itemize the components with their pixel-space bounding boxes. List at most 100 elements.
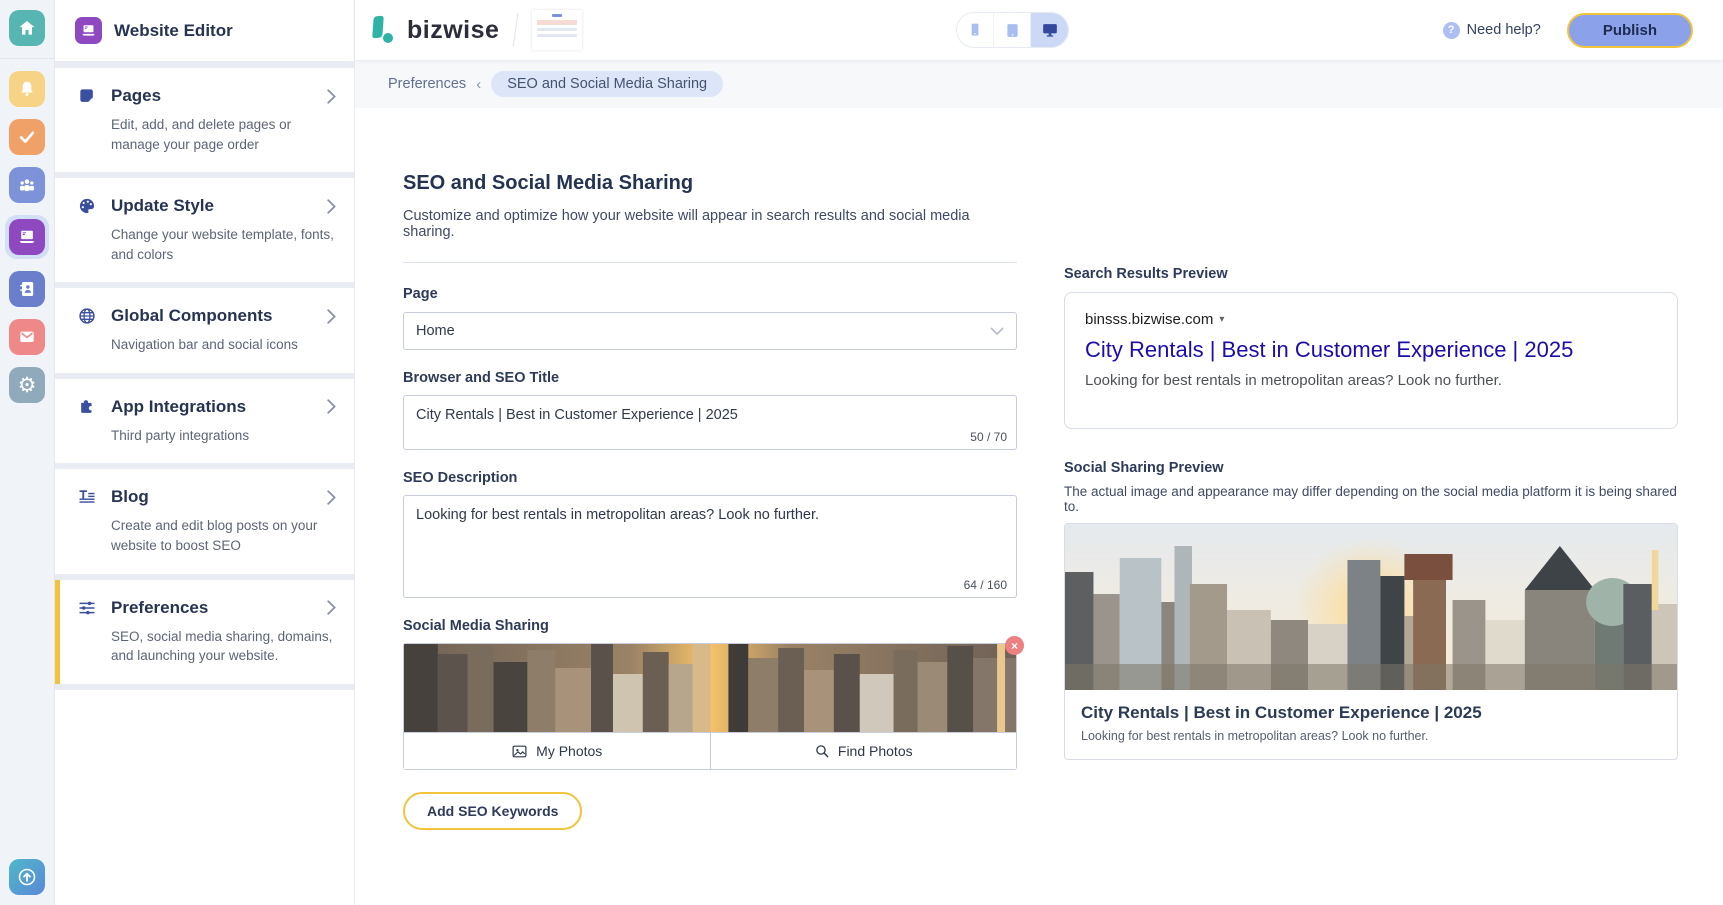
seo-description-input[interactable]: Looking for best rentals in metropolitan…	[404, 496, 1016, 574]
globe-icon	[77, 306, 97, 326]
topbar-right: ? Need help? Publish	[1443, 13, 1693, 48]
preview-result-description: Looking for best rentals in metropolitan…	[1085, 372, 1657, 389]
caret-down-icon: ▾	[1219, 314, 1224, 325]
sidebar-item-label: Global Components	[111, 306, 313, 326]
device-preview-toggle	[956, 12, 1069, 48]
address-book-icon[interactable]	[9, 271, 45, 307]
rail-divider	[0, 58, 54, 59]
sidebar-item-description: Third party integrations	[111, 426, 336, 446]
social-sharing-label: Social Media Sharing	[403, 618, 1017, 634]
page-subtitle: Customize and optimize how your website …	[403, 208, 1017, 240]
domain-text: binsss.bizwise.com	[1085, 311, 1213, 328]
puzzle-icon	[77, 397, 97, 417]
gear-glyph: ⚙	[18, 375, 37, 396]
chevron-down-icon	[990, 327, 1004, 336]
sidebar-header: Website Editor	[55, 0, 354, 62]
social-preview-label: Social Sharing Preview	[1064, 460, 1678, 476]
app-rail: ⚙	[0, 0, 55, 905]
notifications-icon[interactable]	[9, 71, 45, 107]
brand-divider	[513, 13, 519, 47]
email-icon[interactable]	[9, 319, 45, 355]
preview-result-title[interactable]: City Rentals | Best in Customer Experien…	[1085, 337, 1657, 363]
page-select[interactable]: Home	[403, 312, 1017, 350]
sidebar-item-description: Change your website template, fonts, and…	[111, 225, 336, 264]
upgrade-icon[interactable]	[9, 859, 45, 895]
editor-sidebar: Website Editor Pages Edit, add, and dele…	[55, 0, 355, 905]
remove-image-button[interactable]: ×	[1005, 636, 1024, 655]
top-bar: bizwise ? Need h	[355, 0, 1723, 60]
chevron-right-icon	[327, 89, 336, 104]
tasks-icon[interactable]	[9, 119, 45, 155]
preview-domain: binsss.bizwise.com ▾	[1085, 311, 1657, 328]
sidebar-item-description: SEO, social media sharing, domains, and …	[111, 627, 336, 666]
active-rail-highlight	[5, 215, 49, 259]
tablet-preview-button[interactable]	[994, 13, 1031, 47]
breadcrumb-current: SEO and Social Media Sharing	[491, 71, 723, 97]
city-skyline-photo	[404, 644, 1016, 732]
tablet-icon	[1003, 21, 1022, 40]
seo-description-counter: 64 / 160	[964, 578, 1007, 592]
page-title: SEO and Social Media Sharing	[403, 172, 1017, 195]
section-divider	[403, 262, 1017, 263]
bizwise-logo-icon	[369, 15, 395, 45]
seo-title-label: Browser and SEO Title	[403, 370, 1017, 386]
home-glyph	[17, 18, 37, 38]
sidebar-item-blog[interactable]: Blog Create and edit blog posts on your …	[55, 469, 354, 573]
search-results-preview-card: binsss.bizwise.com ▾ City Rentals | Best…	[1064, 292, 1678, 429]
sidebar-item-description: Create and edit blog posts on your websi…	[111, 516, 336, 555]
city-skyline-preview-photo	[1065, 524, 1677, 690]
settings-icon[interactable]: ⚙	[9, 367, 45, 403]
publish-button[interactable]: Publish	[1567, 13, 1693, 48]
social-preview-helper: The actual image and appearance may diff…	[1064, 484, 1678, 514]
seo-title-counter: 50 / 70	[970, 430, 1007, 444]
monitor-icon	[1040, 20, 1060, 40]
sidebar-item-label: Pages	[111, 86, 313, 106]
social-preview-body: City Rentals | Best in Customer Experien…	[1065, 690, 1677, 759]
photo-buttons: My Photos Find Photos	[404, 732, 1016, 769]
search-icon	[814, 743, 830, 759]
sidebar-item-global-components[interactable]: Global Components Navigation bar and soc…	[55, 288, 354, 373]
contacts-group-icon[interactable]	[9, 167, 45, 203]
social-sharing-preview-card: City Rentals | Best in Customer Experien…	[1064, 523, 1678, 760]
page-select-value: Home	[416, 323, 455, 339]
content: SEO and Social Media Sharing Customize a…	[355, 108, 1723, 905]
find-photos-button[interactable]: Find Photos	[711, 733, 1017, 769]
sidebar-gap	[55, 684, 354, 690]
website-editor-icon[interactable]	[9, 219, 45, 255]
seo-title-input[interactable]	[404, 396, 1016, 434]
breadcrumb-parent[interactable]: Preferences	[388, 76, 466, 92]
app-window: ⚙ Website Editor Pages Edit, add, and de…	[0, 0, 1723, 905]
sidebar-item-pages[interactable]: Pages Edit, add, and delete pages or man…	[55, 68, 354, 172]
seo-description-label: SEO Description	[403, 470, 1017, 486]
site-preview-thumbnail[interactable]	[532, 10, 582, 50]
social-preview-title: City Rentals | Best in Customer Experien…	[1081, 703, 1661, 723]
seo-description-field: Looking for best rentals in metropolitan…	[403, 495, 1017, 598]
breadcrumb-separator-icon: ‹	[476, 76, 481, 93]
desktop-preview-button[interactable]	[1031, 13, 1068, 47]
phone-icon	[966, 21, 984, 39]
sidebar-item-label: Blog	[111, 487, 313, 507]
image-icon	[511, 743, 528, 760]
home-icon[interactable]	[9, 10, 45, 46]
social-preview-description: Looking for best rentals in metropolitan…	[1081, 729, 1661, 743]
search-preview-label: Search Results Preview	[1064, 266, 1228, 282]
chevron-right-icon	[327, 490, 336, 505]
mobile-preview-button[interactable]	[957, 13, 994, 47]
sidebar-title: Website Editor	[114, 21, 233, 41]
sidebar-item-description: Edit, add, and delete pages or manage yo…	[111, 115, 336, 154]
sidebar-item-preferences[interactable]: Preferences SEO, social media sharing, d…	[55, 580, 354, 684]
my-photos-button[interactable]: My Photos	[404, 733, 711, 769]
chevron-right-icon	[327, 309, 336, 324]
chevron-right-icon	[327, 399, 336, 414]
brand-name: bizwise	[407, 16, 499, 45]
seo-title-field: 50 / 70	[403, 395, 1017, 450]
sidebar-item-label: Update Style	[111, 196, 313, 216]
palette-icon	[77, 196, 97, 216]
sidebar-item-app-integrations[interactable]: App Integrations Third party integration…	[55, 379, 354, 464]
sliders-icon	[77, 598, 97, 618]
chevron-right-icon	[327, 199, 336, 214]
need-help[interactable]: ? Need help?	[1443, 22, 1541, 39]
chevron-right-icon	[327, 600, 336, 615]
add-seo-keywords-button[interactable]: Add SEO Keywords	[403, 792, 582, 830]
sidebar-item-update-style[interactable]: Update Style Change your website templat…	[55, 178, 354, 282]
